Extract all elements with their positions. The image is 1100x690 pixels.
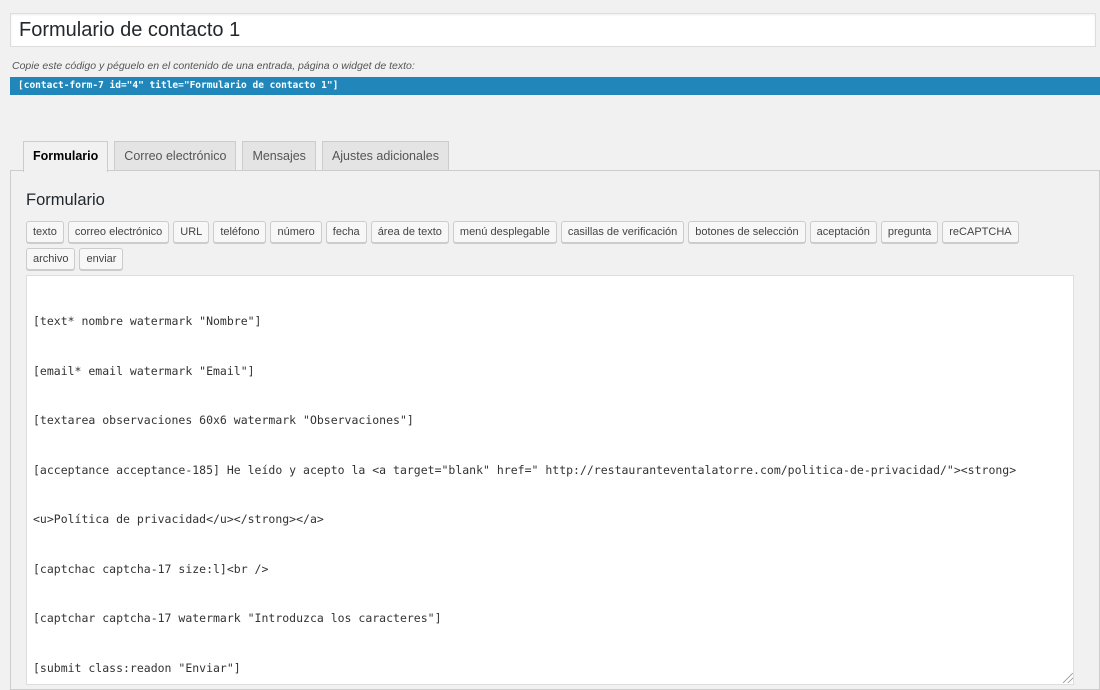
- editor-line: [email* email watermark "Email"]: [33, 363, 255, 378]
- form-panel: Formulario texto correo electrónico URL …: [10, 170, 1100, 690]
- tag-generator-row: texto correo electrónico URL teléfono nú…: [26, 221, 1019, 243]
- tab-correo-electronico[interactable]: Correo electrónico: [114, 141, 237, 171]
- tag-button-correo-electronico[interactable]: correo electrónico: [67, 221, 170, 243]
- editor-line: [textarea observaciones 60x6 watermark "…: [33, 413, 414, 427]
- tab-formulario[interactable]: Formulario: [23, 141, 109, 172]
- tag-button-enviar[interactable]: enviar: [79, 248, 124, 270]
- editor-line: [submit class:readon "Enviar"]: [33, 660, 241, 675]
- editor-line: [acceptance acceptance-185] He leído y a…: [33, 462, 1017, 477]
- tag-button-archivo[interactable]: archivo: [26, 248, 76, 270]
- tag-button-recaptcha[interactable]: reCAPTCHA: [942, 221, 1019, 243]
- shortcode-description: Copie este código y péguelo en el conten…: [12, 60, 415, 72]
- tab-mensajes[interactable]: Mensajes: [242, 141, 316, 171]
- editor-line: [captchac captcha-17 size:l]<br />: [33, 561, 269, 576]
- editor-line: [text* nombre watermark "Nombre"]: [33, 314, 262, 328]
- tag-button-area-de-texto[interactable]: área de texto: [370, 221, 449, 243]
- panel-heading: Formulario: [26, 191, 105, 209]
- tag-generator-row: archivo enviar: [26, 248, 124, 270]
- tag-button-url[interactable]: URL: [173, 221, 210, 243]
- resize-grip-icon[interactable]: [1063, 673, 1073, 683]
- form-editor-textarea[interactable]: [text* nombre watermark "Nombre"] [email…: [26, 275, 1074, 685]
- tag-button-texto[interactable]: texto: [26, 221, 64, 243]
- editor-line: [captchar captcha-17 watermark "Introduz…: [33, 611, 442, 625]
- tag-button-telefono[interactable]: teléfono: [213, 221, 267, 243]
- tag-button-menu-desplegable[interactable]: menú desplegable: [452, 221, 557, 243]
- tag-button-aceptacion[interactable]: aceptación: [809, 221, 877, 243]
- tag-button-fecha[interactable]: fecha: [325, 221, 367, 243]
- tab-ajustes-adicionales[interactable]: Ajustes adicionales: [321, 141, 449, 171]
- tab-bar: Formulario Correo electrónico Mensajes A…: [23, 141, 449, 172]
- tag-button-casillas-de-verificacion[interactable]: casillas de verificación: [560, 221, 685, 243]
- tag-button-botones-de-seleccion[interactable]: botones de selección: [688, 221, 806, 243]
- shortcode-field[interactable]: [contact-form-7 id="4" title="Formulario…: [10, 77, 1100, 95]
- editor-line: <u>Política de privacidad</u></strong></…: [33, 512, 324, 526]
- tag-button-numero[interactable]: número: [270, 221, 322, 243]
- tag-button-pregunta[interactable]: pregunta: [880, 221, 939, 243]
- form-title-input[interactable]: [10, 13, 1096, 47]
